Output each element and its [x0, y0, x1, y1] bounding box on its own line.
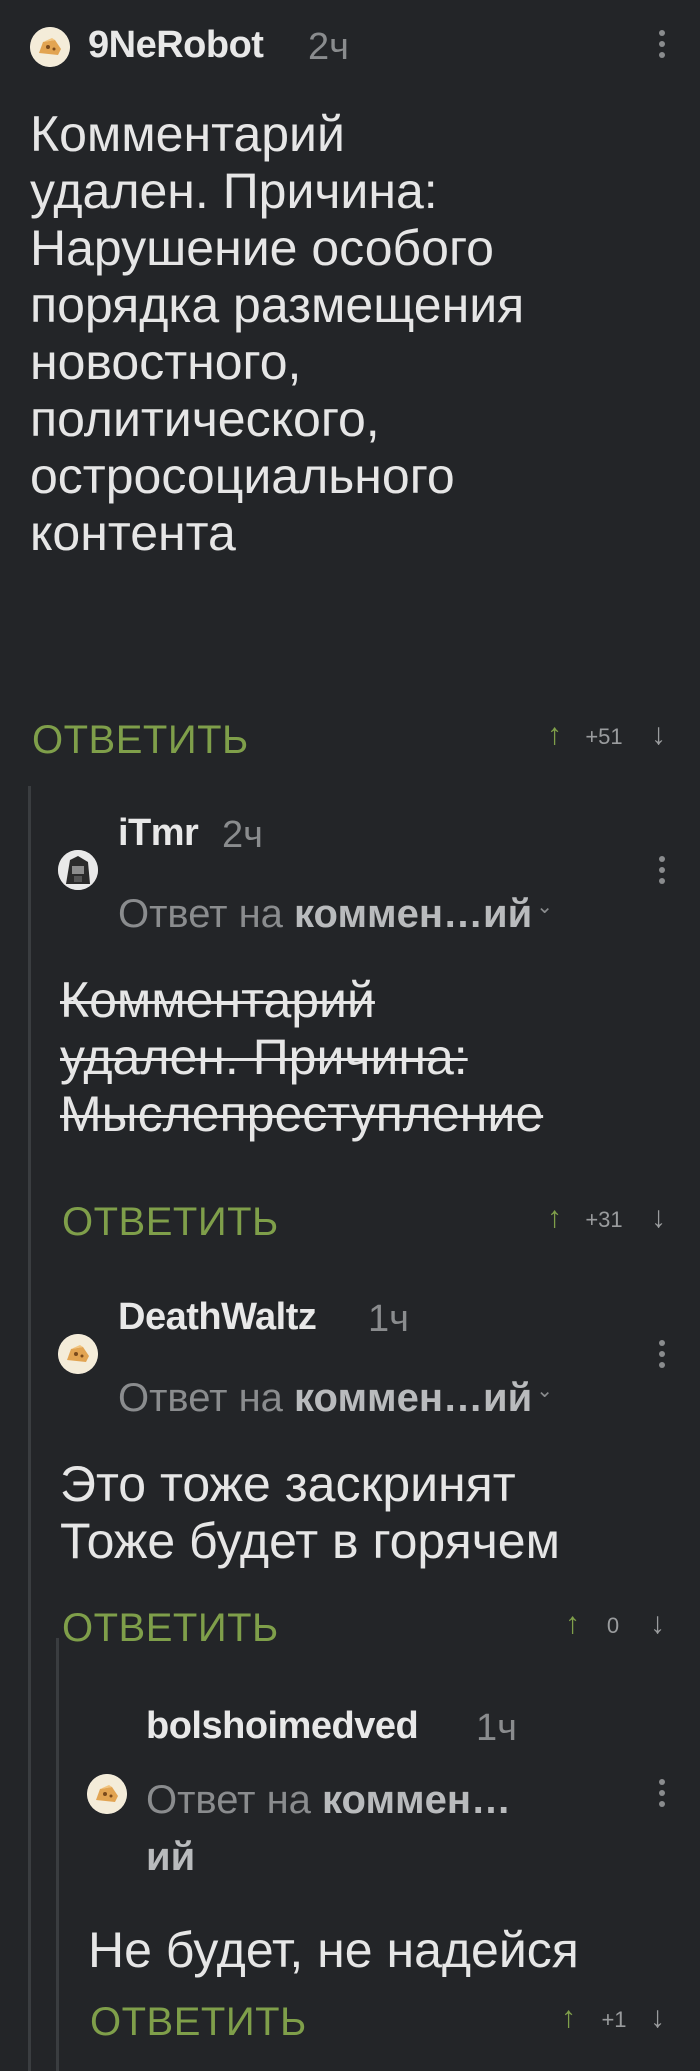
avatar-robot-icon	[58, 850, 98, 890]
more-vertical-icon[interactable]	[650, 1336, 674, 1372]
arrow-up-icon[interactable]: ↑	[561, 2003, 576, 2033]
comment-text: Это тоже заскринят Тоже будет в горячем	[60, 1456, 560, 1569]
timestamp: 2ч	[222, 814, 263, 856]
timestamp: 1ч	[476, 1707, 517, 1749]
score: 0	[606, 1613, 620, 1638]
arrow-up-icon[interactable]: ↑	[547, 1203, 562, 1233]
timestamp: 1ч	[368, 1298, 409, 1340]
arrow-down-icon[interactable]: ↓	[651, 720, 666, 750]
comment-text: Комментарий удален. Причина: Мыслепресту…	[60, 972, 544, 1142]
reply-to-target[interactable]: коммен…ий	[294, 892, 532, 936]
vote-controls: ↑ +51 ↓	[543, 716, 683, 756]
reply-button[interactable]: ОТВЕТИТЬ	[62, 1200, 279, 1245]
chevron-down-icon[interactable]: ⌄	[536, 896, 553, 918]
reply-to-prefix: Ответ на	[118, 892, 283, 936]
arrow-up-icon[interactable]: ↑	[547, 720, 562, 750]
thread-line-level-1	[28, 786, 31, 2071]
comment-text: Не будет, не надейся	[88, 1922, 579, 1978]
score: +1	[601, 2007, 627, 2032]
vote-controls: ↑ +1 ↓	[556, 1999, 683, 2039]
arrow-down-icon[interactable]: ↓	[650, 2003, 665, 2033]
thread-line-level-2	[56, 1638, 59, 2071]
reply-button[interactable]: ОТВЕТИТЬ	[62, 1606, 279, 1651]
username[interactable]: DeathWaltz	[118, 1296, 317, 1339]
score: +51	[585, 724, 623, 749]
comment-text: Комментарий удален. Причина: Нарушение о…	[30, 106, 525, 561]
vote-controls: ↑ 0 ↓	[558, 1605, 683, 1645]
reply-to[interactable]: Ответ на коммен…ий ⌄	[118, 1366, 553, 1423]
avatar[interactable]	[30, 27, 70, 67]
reply-to-target[interactable]: коммен…ий	[294, 1376, 532, 1420]
username[interactable]: 9NeRobot	[88, 24, 264, 67]
timestamp: 2ч	[308, 26, 349, 68]
username[interactable]: bolshoimedved	[146, 1705, 419, 1748]
vote-controls: ↑ +31 ↓	[543, 1199, 683, 1239]
reply-button[interactable]: ОТВЕТИТЬ	[90, 2000, 307, 2045]
username[interactable]: iTmr	[118, 812, 199, 855]
arrow-up-icon[interactable]: ↑	[565, 1609, 580, 1639]
more-vertical-icon[interactable]	[650, 1775, 674, 1811]
avatar[interactable]	[87, 1774, 127, 1814]
reply-to[interactable]: Ответ на коммен…	[146, 1775, 511, 1825]
reply-button[interactable]: ОТВЕТИТЬ	[32, 718, 249, 763]
score: +31	[585, 1207, 623, 1232]
arrow-down-icon[interactable]: ↓	[651, 1203, 666, 1233]
reply-to-prefix: Ответ на	[118, 1376, 283, 1420]
reply-to-prefix: Ответ на	[146, 1778, 311, 1822]
arrow-down-icon[interactable]: ↓	[650, 1609, 665, 1639]
reply-to-target[interactable]: коммен…	[322, 1778, 511, 1822]
avatar-hamster-icon	[87, 1774, 127, 1814]
avatar[interactable]	[58, 850, 98, 890]
reply-to-target-cont[interactable]: ий	[146, 1835, 195, 1879]
chevron-down-icon[interactable]: ⌄	[536, 1380, 553, 1402]
reply-to[interactable]: Ответ на коммен…ий ⌄	[118, 882, 553, 939]
reply-to-continuation[interactable]: ий	[146, 1832, 195, 1882]
more-vertical-icon[interactable]	[650, 26, 674, 62]
avatar-hamster-icon	[58, 1334, 98, 1374]
more-vertical-icon[interactable]	[650, 852, 674, 888]
avatar[interactable]	[58, 1334, 98, 1374]
avatar-hamster-icon	[30, 27, 70, 67]
